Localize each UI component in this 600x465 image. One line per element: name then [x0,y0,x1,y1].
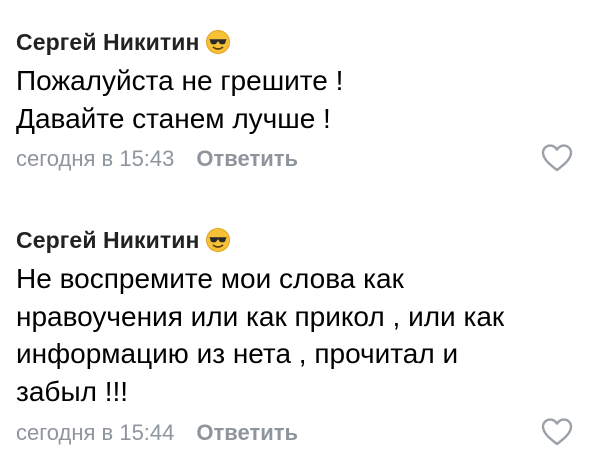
comment-text-line: Не воспремите мои слова как [16,263,404,294]
reply-button[interactable]: Ответить [196,420,298,446]
comment-timestamp: сегодня в 15:43 [16,146,175,171]
comment-author-row: Сергей Никитин [16,28,231,56]
comment-text: Не воспремите мои слова как нравоучения … [16,260,576,410]
heart-outline-icon[interactable] [540,142,574,174]
comment-author-row: Сергей Никитин [16,226,231,254]
comment-text-line: Пожалуйста не грешите ! [16,65,344,96]
comment-text-line: забыл !!! [16,375,129,407]
comment-text-line: Давайте станем лучше ! [16,102,331,134]
comment-text-line: информацию из нета , прочитал и [16,338,459,369]
comment-text: Пожалуйста не грешите ! Давайте станем л… [16,62,576,137]
comment-timestamp: сегодня в 15:44 [16,420,175,445]
reply-button[interactable]: Ответить [196,146,298,172]
sunglasses-emoji-icon [205,227,231,253]
author-name[interactable]: Сергей Никитин [16,29,199,56]
heart-outline-icon[interactable] [540,416,574,448]
comment-meta-row: сегодня в 15:43 Ответить [16,145,298,173]
sunglasses-emoji-icon [205,29,231,55]
comment-text-line: нравоучения или как прикол , или как [16,300,505,332]
comment-meta-row: сегодня в 15:44 Ответить [16,419,298,447]
author-name[interactable]: Сергей Никитин [16,227,199,254]
